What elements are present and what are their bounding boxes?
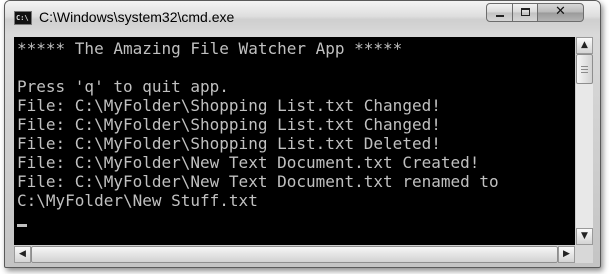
- scroll-down-button[interactable]: ▼: [576, 228, 593, 245]
- console-output[interactable]: ***** The Amazing File Watcher App *****…: [14, 37, 575, 245]
- title-bar[interactable]: C:\ C:\Windows\system32\cmd.exe ✕: [5, 1, 600, 35]
- vertical-scroll-thumb[interactable]: [576, 54, 593, 84]
- close-button[interactable]: ✕: [537, 3, 584, 22]
- scroll-left-button[interactable]: ◀: [14, 246, 31, 263]
- console-window: C:\ C:\Windows\system32\cmd.exe ✕ ***** …: [4, 0, 601, 268]
- scroll-right-button[interactable]: ▶: [558, 246, 575, 263]
- grip-line: [581, 66, 588, 67]
- maximize-icon: [521, 8, 530, 16]
- console-line: File: C:\MyFolder\Shopping List.txt Chan…: [17, 115, 441, 134]
- horizontal-scrollbar[interactable]: ◀ ▶: [14, 245, 575, 263]
- vertical-scrollbar[interactable]: ▲ ▼: [575, 37, 593, 245]
- close-icon: ✕: [555, 4, 566, 19]
- console-line: File: C:\MyFolder\New Text Document.txt …: [17, 153, 480, 172]
- maximize-button[interactable]: [512, 3, 538, 22]
- grip-line: [581, 72, 588, 73]
- arrow-right-icon: ▶: [563, 249, 570, 259]
- grip-line: [581, 69, 588, 70]
- resize-grip[interactable]: [575, 245, 593, 263]
- scroll-up-button[interactable]: ▲: [576, 37, 593, 54]
- console-line: C:\MyFolder\New Stuff.txt: [17, 191, 258, 210]
- arrow-left-icon: ◀: [19, 249, 26, 259]
- console-line: ***** The Amazing File Watcher App *****: [17, 39, 403, 58]
- console-line: File: C:\MyFolder\New Text Document.txt …: [17, 172, 499, 191]
- console-line: File: C:\MyFolder\Shopping List.txt Dele…: [17, 134, 441, 153]
- console-line: Press 'q' to quit app.: [17, 77, 229, 96]
- minimize-icon: [496, 15, 504, 17]
- minimize-button[interactable]: [486, 3, 513, 22]
- cmd-app-icon[interactable]: C:\: [14, 11, 32, 25]
- window-title: C:\Windows\system32\cmd.exe: [39, 9, 235, 25]
- arrow-down-icon: ▼: [581, 231, 588, 241]
- console-line: File: C:\MyFolder\Shopping List.txt Chan…: [17, 96, 441, 115]
- horizontal-scroll-thumb[interactable]: [31, 246, 558, 263]
- arrow-up-icon: ▲: [581, 40, 588, 50]
- text-cursor: [17, 224, 27, 227]
